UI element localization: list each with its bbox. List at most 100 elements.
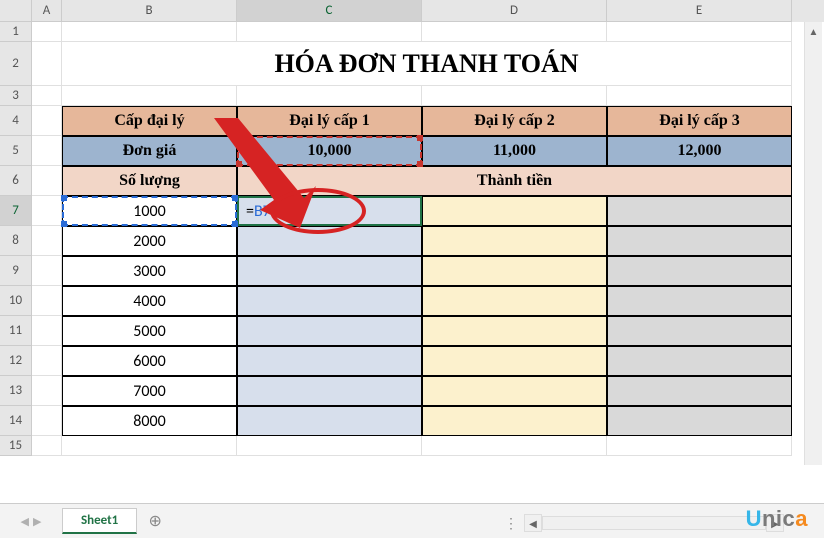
- col-header-D[interactable]: D: [422, 0, 607, 22]
- header-thanh-tien[interactable]: Thành tiền: [237, 166, 792, 196]
- cell-A13[interactable]: [32, 376, 62, 406]
- cell-C14[interactable]: [237, 406, 422, 436]
- header-dai-ly-2[interactable]: Đại lý cấp 2: [422, 106, 607, 136]
- cell-E12[interactable]: [607, 346, 792, 376]
- cell-A5[interactable]: [32, 136, 62, 166]
- cell-D11[interactable]: [422, 316, 607, 346]
- cell-D1[interactable]: [422, 22, 607, 42]
- chevron-left-icon[interactable]: ◀: [21, 515, 29, 528]
- price-c3[interactable]: 12,000: [607, 136, 792, 166]
- cell-E10[interactable]: [607, 286, 792, 316]
- cell-E7[interactable]: [607, 196, 792, 226]
- cell-A10[interactable]: [32, 286, 62, 316]
- cell-C15[interactable]: [237, 436, 422, 456]
- cell-E15[interactable]: [607, 436, 792, 456]
- cell-D14[interactable]: [422, 406, 607, 436]
- cell-E8[interactable]: [607, 226, 792, 256]
- cell-C1[interactable]: [237, 22, 422, 42]
- formula-cell-C7[interactable]: =B7*C$5: [237, 196, 422, 226]
- header-dai-ly-1[interactable]: Đại lý cấp 1: [237, 106, 422, 136]
- row-header-2[interactable]: 2: [0, 42, 32, 86]
- cell-E9[interactable]: [607, 256, 792, 286]
- row-header-8[interactable]: 8: [0, 226, 32, 256]
- cell-D13[interactable]: [422, 376, 607, 406]
- vertical-scrollbar[interactable]: ▲: [804, 22, 822, 465]
- cell-B15[interactable]: [62, 436, 237, 456]
- cell-A9[interactable]: [32, 256, 62, 286]
- cell-A1[interactable]: [32, 22, 62, 42]
- row-header-7[interactable]: 7: [0, 196, 32, 226]
- qty-4[interactable]: 5000: [62, 316, 237, 346]
- cell-C11[interactable]: [237, 316, 422, 346]
- cell-A2[interactable]: [32, 42, 62, 86]
- cell-D3[interactable]: [422, 86, 607, 106]
- row-header-10[interactable]: 10: [0, 286, 32, 316]
- cell-D15[interactable]: [422, 436, 607, 456]
- header-cap-dai-ly[interactable]: Cấp đại lý: [62, 106, 237, 136]
- scroll-left-icon[interactable]: ◀: [524, 514, 542, 532]
- header-don-gia[interactable]: Đơn giá: [62, 136, 237, 166]
- cell-D12[interactable]: [422, 346, 607, 376]
- add-sheet-button[interactable]: ⊕: [141, 508, 169, 534]
- row-header-9[interactable]: 9: [0, 256, 32, 286]
- spreadsheet-grid[interactable]: A B C D E 1 2 HÓA ĐƠN THANH TOÁN 3 4 Cấp…: [0, 0, 824, 503]
- tab-nav-buttons[interactable]: ◀ ▶: [0, 515, 62, 528]
- cell-A6[interactable]: [32, 166, 62, 196]
- invoice-title[interactable]: HÓA ĐƠN THANH TOÁN: [62, 42, 792, 86]
- qty-5[interactable]: 6000: [62, 346, 237, 376]
- col-header-E[interactable]: E: [607, 0, 792, 22]
- cell-D8[interactable]: [422, 226, 607, 256]
- select-all-corner[interactable]: [0, 0, 32, 22]
- sheet-tab-1[interactable]: Sheet1: [62, 508, 137, 534]
- row-header-12[interactable]: 12: [0, 346, 32, 376]
- row-header-13[interactable]: 13: [0, 376, 32, 406]
- qty-1[interactable]: 2000: [62, 226, 237, 256]
- cell-E13[interactable]: [607, 376, 792, 406]
- cell-A15[interactable]: [32, 436, 62, 456]
- qty-6[interactable]: 7000: [62, 376, 237, 406]
- cell-B1[interactable]: [62, 22, 237, 42]
- row-header-4[interactable]: 4: [0, 106, 32, 136]
- qty-3[interactable]: 4000: [62, 286, 237, 316]
- cell-A7[interactable]: [32, 196, 62, 226]
- cell-E14[interactable]: [607, 406, 792, 436]
- row-header-11[interactable]: 11: [0, 316, 32, 346]
- col-header-B[interactable]: B: [62, 0, 237, 22]
- cell-D7[interactable]: [422, 196, 607, 226]
- row-header-1[interactable]: 1: [0, 22, 32, 42]
- col-header-C[interactable]: C: [237, 0, 422, 22]
- cell-C13[interactable]: [237, 376, 422, 406]
- header-dai-ly-3[interactable]: Đại lý cấp 3: [607, 106, 792, 136]
- qty-2[interactable]: 3000: [62, 256, 237, 286]
- price-c2[interactable]: 11,000: [422, 136, 607, 166]
- cell-E3[interactable]: [607, 86, 792, 106]
- cell-D9[interactable]: [422, 256, 607, 286]
- cell-A12[interactable]: [32, 346, 62, 376]
- cell-D10[interactable]: [422, 286, 607, 316]
- row-header-14[interactable]: 14: [0, 406, 32, 436]
- cell-A11[interactable]: [32, 316, 62, 346]
- cell-A8[interactable]: [32, 226, 62, 256]
- cell-E11[interactable]: [607, 316, 792, 346]
- scroll-up-icon[interactable]: ▲: [805, 22, 822, 40]
- cell-C3[interactable]: [237, 86, 422, 106]
- cell-A4[interactable]: [32, 106, 62, 136]
- row-header-15[interactable]: 15: [0, 436, 32, 456]
- horizontal-scrollbar[interactable]: ⋮ ◀ ▶: [504, 514, 784, 532]
- col-header-A[interactable]: A: [32, 0, 62, 22]
- cell-B3[interactable]: [62, 86, 237, 106]
- cell-A14[interactable]: [32, 406, 62, 436]
- header-so-luong[interactable]: Số lượng: [62, 166, 237, 196]
- row-header-6[interactable]: 6: [0, 166, 32, 196]
- cell-C9[interactable]: [237, 256, 422, 286]
- chevron-right-icon[interactable]: ▶: [33, 515, 41, 528]
- price-c1[interactable]: 10,000: [237, 136, 422, 166]
- cell-C12[interactable]: [237, 346, 422, 376]
- cell-A3[interactable]: [32, 86, 62, 106]
- row-header-5[interactable]: 5: [0, 136, 32, 166]
- cell-E1[interactable]: [607, 22, 792, 42]
- cell-C10[interactable]: [237, 286, 422, 316]
- row-header-3[interactable]: 3: [0, 86, 32, 106]
- qty-7[interactable]: 8000: [62, 406, 237, 436]
- qty-0[interactable]: 1000: [62, 196, 237, 226]
